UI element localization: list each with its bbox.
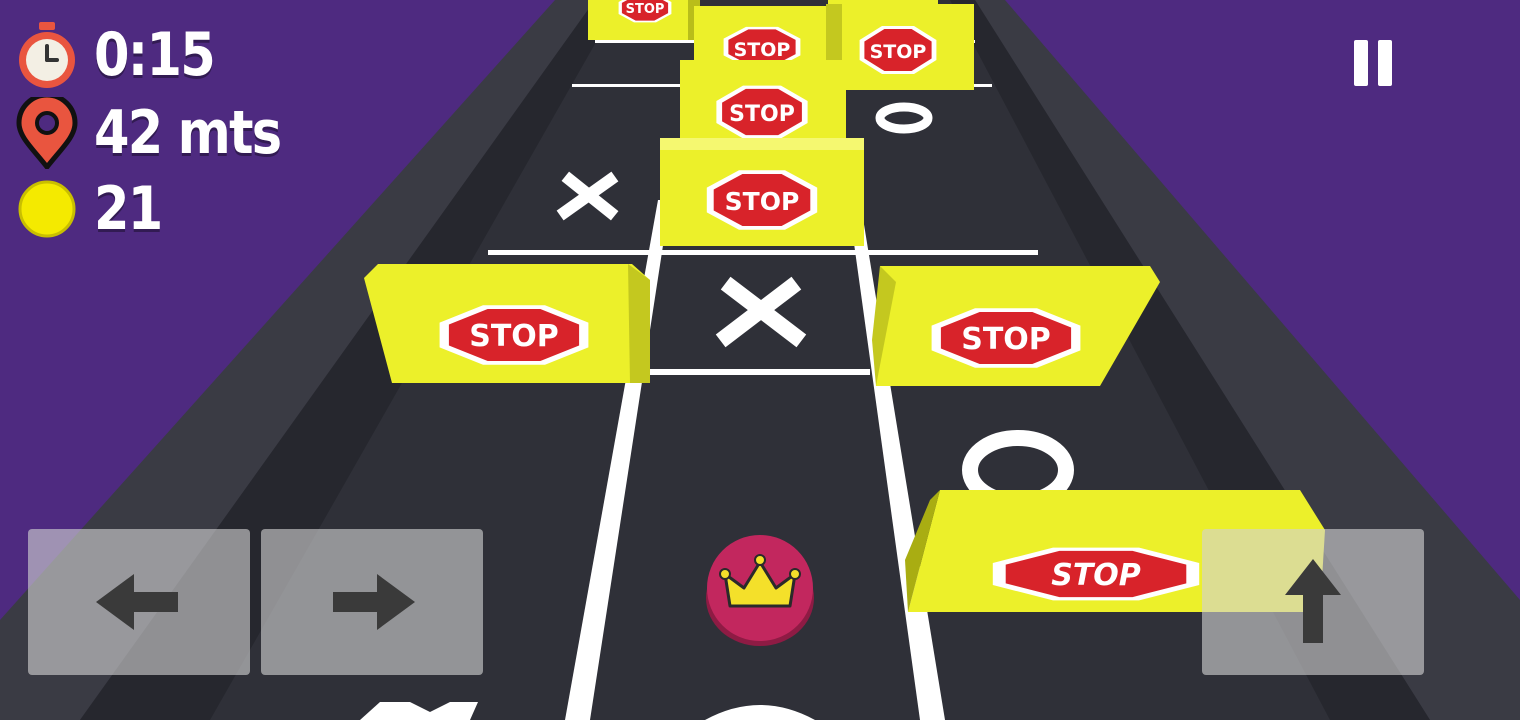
move-left-button[interactable] — [28, 529, 250, 675]
coin-display: 21 — [14, 174, 174, 244]
move-right-button[interactable] — [261, 529, 483, 675]
coin-count: 21 — [94, 174, 163, 244]
arrow-right-icon — [333, 574, 415, 630]
distance-value: 42 mts — [94, 98, 282, 168]
stop-label: STOP — [469, 319, 559, 354]
stop-label: STOP — [734, 39, 791, 61]
stop-label: STOP — [626, 2, 665, 17]
stop-label: STOP — [1051, 558, 1141, 593]
timer-value: 0:15 — [94, 20, 216, 90]
arrow-up-icon — [1285, 559, 1341, 643]
distance-display: 42 mts — [14, 97, 313, 169]
stop-label: STOP — [729, 102, 795, 127]
stop-label: STOP — [870, 41, 927, 63]
stop-label: STOP — [961, 322, 1051, 357]
location-pin-icon — [14, 97, 80, 169]
jump-button[interactable] — [1202, 529, 1424, 675]
coin-icon — [14, 176, 80, 242]
timer-display: 0:15 — [14, 20, 235, 90]
arrow-left-icon — [96, 574, 178, 630]
pause-icon — [1354, 40, 1368, 86]
stopwatch-icon — [14, 22, 80, 88]
stop-label: STOP — [725, 187, 800, 216]
pause-button[interactable] — [1352, 40, 1398, 88]
